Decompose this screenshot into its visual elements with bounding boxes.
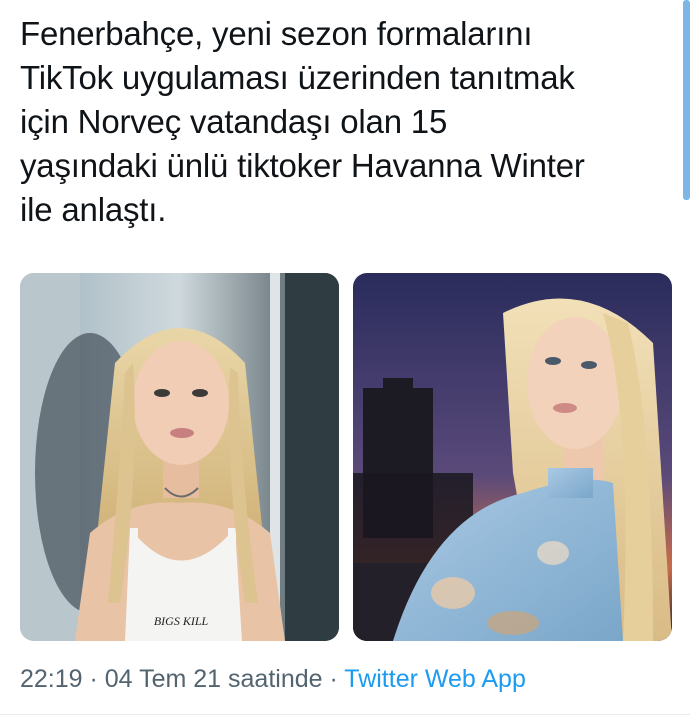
- media-grid: BIGS KILL: [20, 273, 672, 641]
- divider: [0, 714, 690, 715]
- photo-2-image: [353, 273, 672, 641]
- tweet-text-line: Fenerbahçe, yeni sezon formalarını: [20, 15, 533, 52]
- tweet-photo-1[interactable]: BIGS KILL: [20, 273, 339, 641]
- tweet-text-line: TikTok uygulaması üzerinden tanıtmak: [20, 59, 575, 96]
- tweet-photo-2[interactable]: [353, 273, 672, 641]
- shirt-print-text: BIGS KILL: [154, 614, 209, 628]
- tweet-text-line: yaşındaki ünlü tiktoker Havanna Winter: [20, 147, 585, 184]
- meta-separator: ·: [82, 665, 105, 693]
- meta-separator: ·: [322, 665, 345, 693]
- tweet-text-line: ile anlaştı.: [20, 191, 167, 228]
- tweet-meta: 22:19 · 04 Tem 21 saatinde · Twitter Web…: [20, 663, 526, 695]
- tweet-text: Fenerbahçe, yeni sezon formalarını TikTo…: [20, 12, 670, 232]
- tweet-time[interactable]: 22:19: [20, 665, 83, 693]
- tweet-date[interactable]: 04 Tem 21 saatinde: [105, 665, 323, 693]
- scrollbar[interactable]: [683, 0, 690, 200]
- tweet-text-line: için Norveç vatandaşı olan 15: [20, 103, 448, 140]
- tweet-source-link[interactable]: Twitter Web App: [344, 665, 526, 693]
- photo-1-image: BIGS KILL: [20, 273, 339, 641]
